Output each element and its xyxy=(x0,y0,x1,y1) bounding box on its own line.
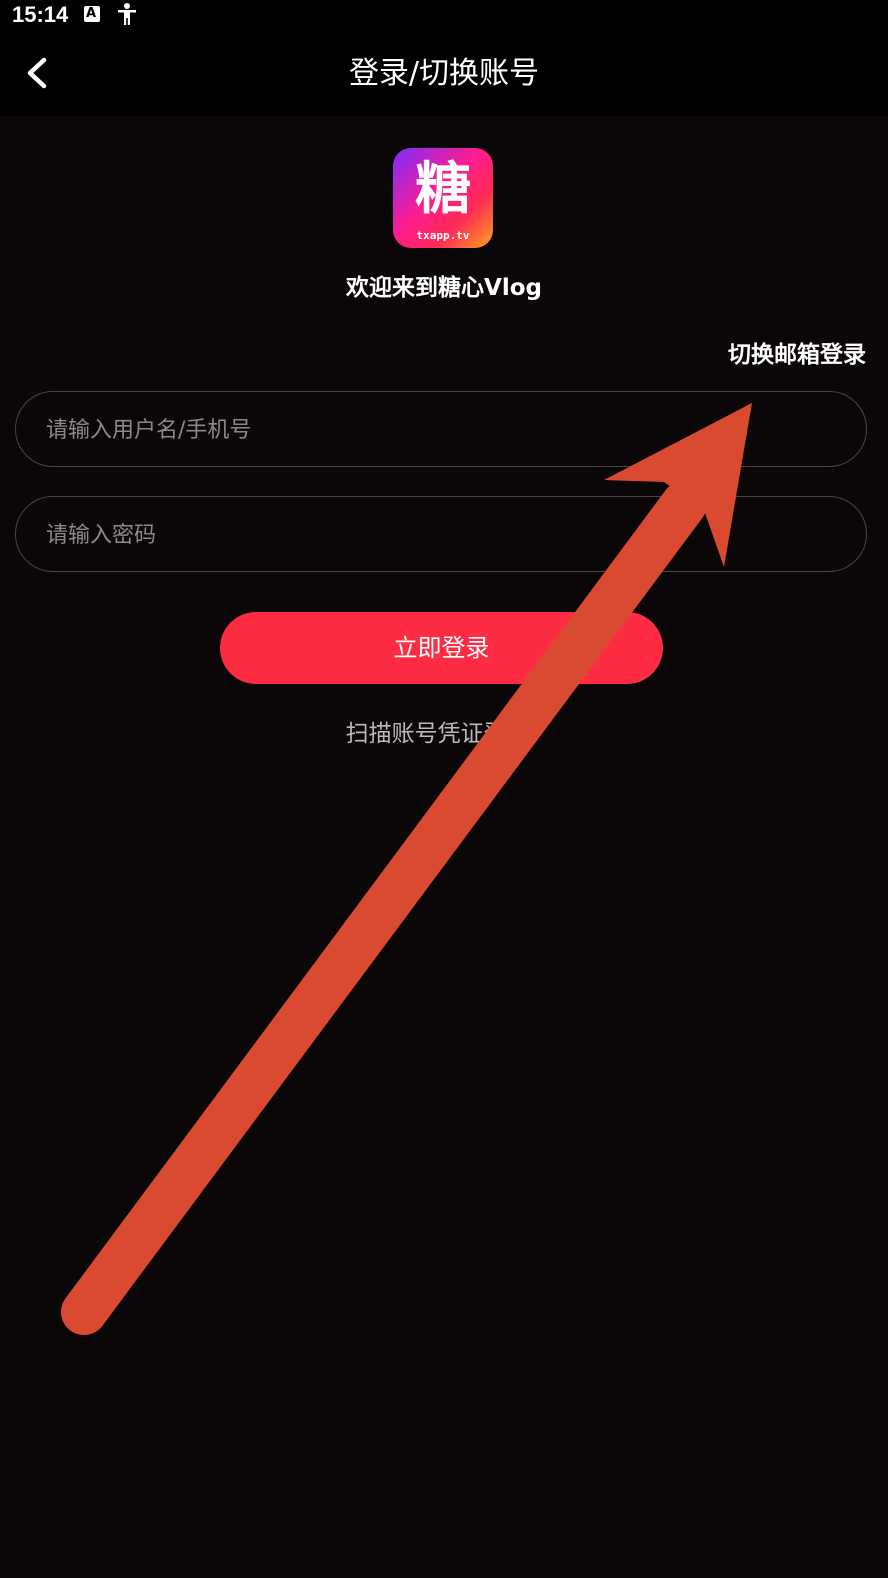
scan-credential-label: 扫描账号凭证登录 xyxy=(345,721,530,747)
logo-glyph: 糖 xyxy=(415,157,471,222)
a-notification-icon: A xyxy=(84,6,100,22)
login-button[interactable]: 立即登录 xyxy=(220,612,663,684)
accessibility-icon xyxy=(118,3,136,25)
login-screen: 15:14 A 登录/切换账号 糖 txapp.tv 欢迎来到糖心Vlog 切换… xyxy=(0,0,888,1578)
app-logo: 糖 txapp.tv xyxy=(393,148,493,248)
password-input[interactable] xyxy=(44,497,838,573)
switch-email-login-link[interactable]: 切换邮箱登录 xyxy=(728,340,866,370)
status-time: 15:14 xyxy=(12,2,69,27)
header: 登录/切换账号 xyxy=(0,30,888,116)
chevron-right-icon: › xyxy=(533,722,543,747)
page-title: 登录/切换账号 xyxy=(348,56,540,91)
password-field[interactable] xyxy=(15,496,867,573)
status-bar: 15:14 A xyxy=(0,0,888,30)
logo-domain: txapp.tv xyxy=(416,229,470,242)
username-input[interactable] xyxy=(44,392,838,468)
welcome-text: 欢迎来到糖心Vlog xyxy=(346,275,542,301)
username-field[interactable] xyxy=(15,391,867,468)
scan-credential-link[interactable]: 扫描账号凭证登录 › xyxy=(0,718,888,751)
